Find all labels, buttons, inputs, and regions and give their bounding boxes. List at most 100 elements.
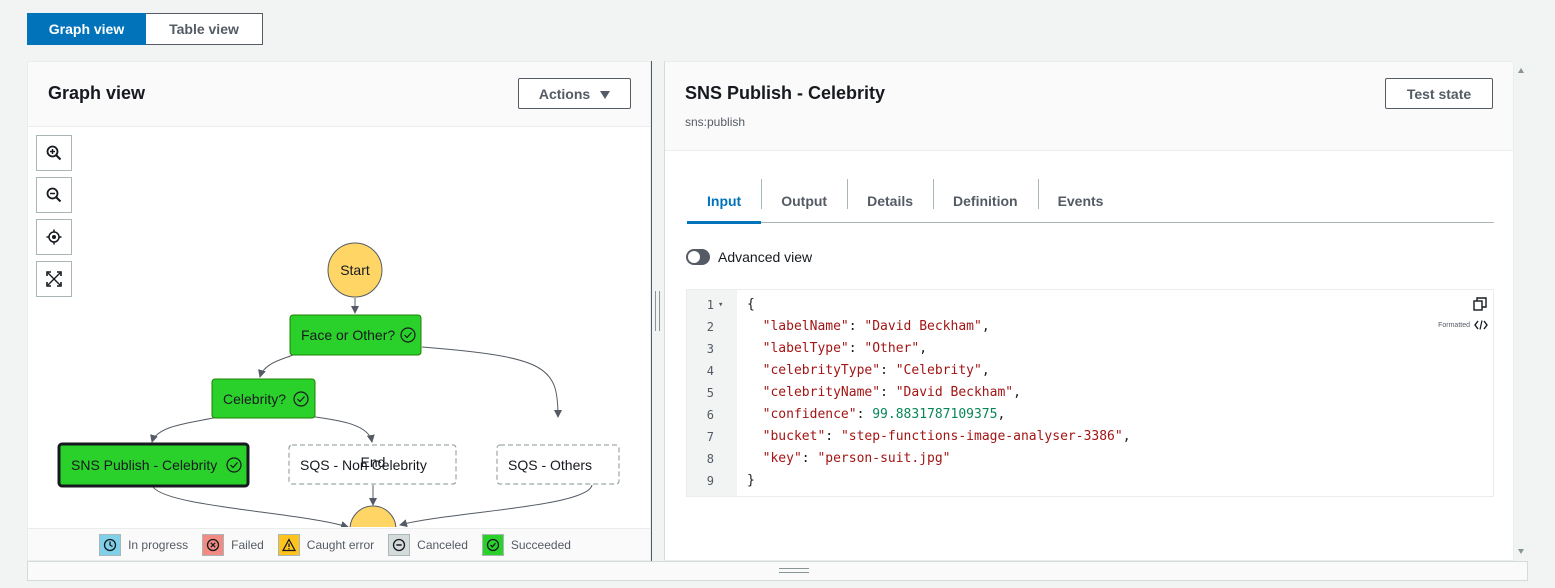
json-key: "key": [762, 451, 802, 466]
sqs-others-label: SQS - Others: [508, 457, 592, 473]
clock-icon: [99, 533, 122, 556]
code-property: "labelName": "David Beckham",: [762, 319, 990, 334]
json-value: "David Beckham": [895, 385, 1014, 400]
code-property: "confidence": 99.8831787109375,: [762, 407, 1006, 422]
line-number: 1: [706, 298, 714, 312]
json-value: "person-suit.jpg": [817, 451, 951, 466]
json-key: "labelName": [762, 319, 849, 334]
legend-item-failed: Failed: [202, 533, 264, 556]
bottom-resize-handle[interactable]: [27, 561, 1528, 581]
json-value: "step-functions-image-analyser-3386": [840, 429, 1123, 444]
celebrity-choice-label: Celebrity?: [223, 391, 286, 407]
json-comma: ,: [919, 341, 928, 356]
end-node[interactable]: [349, 505, 397, 527]
legend-item-canceled: Canceled: [388, 533, 468, 556]
line-number: 6: [706, 408, 714, 422]
json-key: "celebrityType": [762, 363, 881, 378]
json-comma: ,: [997, 407, 1006, 422]
advanced-view-toggle: Advanced view: [686, 249, 812, 265]
legend-label: Canceled: [417, 537, 468, 552]
celebrity-choice-node[interactable]: Celebrity?: [211, 378, 316, 419]
json-comma: ,: [981, 319, 990, 334]
code-line: 3 "labelType": "Other",: [687, 338, 1493, 360]
json-value: 99.8831787109375: [872, 407, 998, 422]
code-line: 4 "celebrityType": "Celebrity",: [687, 360, 1493, 382]
legend-label: Failed: [231, 537, 264, 552]
tab-details[interactable]: Details: [847, 179, 933, 223]
status-legend: In progress Failed Caught error Canceled…: [28, 528, 650, 560]
code-brace: }: [747, 473, 755, 488]
actions-label: Actions: [538, 85, 591, 102]
page-scrollbar[interactable]: [1514, 61, 1528, 561]
graph-panel-header: Graph view Actions: [28, 62, 650, 127]
state-title: SNS Publish - Celebrity: [685, 83, 886, 103]
legend-label: Caught error: [306, 537, 375, 552]
code-property: "labelType": "Other",: [762, 341, 928, 356]
json-comma: ,: [981, 363, 990, 378]
state-details-panel: SNS Publish - Celebrity sns:publish Test…: [664, 61, 1514, 561]
table-view-toggle-button[interactable]: Table view: [146, 13, 263, 45]
json-key: "labelType": [762, 341, 849, 356]
json-value: "Celebrity": [895, 363, 982, 378]
json-comma: ,: [1013, 385, 1021, 400]
check-icon: [481, 533, 504, 556]
tab-output[interactable]: Output: [761, 179, 847, 223]
fold-arrow-icon[interactable]: ▾: [718, 294, 723, 316]
code-brace: {: [747, 297, 755, 312]
code-line: 1 ▾ {: [687, 294, 1493, 316]
graph-panel-title: Graph view: [48, 83, 146, 103]
sns-publish-celebrity-node[interactable]: SNS Publish - Celebrity: [57, 442, 250, 488]
scroll-arrows-icon: [1518, 68, 1524, 554]
code-line: 2 "labelName": "David Beckham",: [687, 316, 1493, 338]
code-property: "celebrityName": "David Beckham",: [762, 385, 1021, 400]
state-type: sns:publish: [685, 115, 746, 129]
advanced-view-switch[interactable]: [686, 249, 710, 265]
legend-item-succeeded: Succeeded: [481, 533, 571, 556]
json-key: "bucket": [762, 429, 826, 444]
line-number: 8: [706, 452, 714, 466]
json-value: "David Beckham": [864, 319, 982, 334]
code-line: 9}: [687, 470, 1493, 492]
code-line: 8 "key": "person-suit.jpg": [687, 448, 1493, 470]
sns-publish-celebrity-label: SNS Publish - Celebrity: [71, 457, 217, 473]
legend-item-in-progress: In progress: [99, 533, 189, 556]
line-number: 7: [706, 430, 714, 444]
face-or-other-node[interactable]: Face or Other?: [289, 314, 422, 356]
code-property: "celebrityType": "Celebrity",: [762, 363, 990, 378]
code-property: "key": "person-suit.jpg": [762, 451, 951, 466]
actions-button[interactable]: Actions: [518, 78, 631, 109]
line-number: 4: [706, 364, 714, 378]
x-icon: [202, 533, 225, 556]
advanced-view-label: Advanced view: [718, 249, 813, 265]
test-state-button[interactable]: Test state: [1385, 78, 1493, 109]
input-code-viewer: Formatted 1 ▾{2 "labelName": "David Beckh…: [686, 289, 1494, 497]
graph-view-toggle-button[interactable]: Graph view: [27, 13, 146, 45]
state-machine-graph: Start Face or Other? Celebrity? SNS Publ…: [57, 242, 620, 527]
json-key: "celebrityName": [762, 385, 881, 400]
line-number: 9: [706, 474, 714, 488]
code-line: 6 "confidence": 99.8831787109375,: [687, 404, 1493, 426]
code-line: 7 "bucket": "step-functions-image-analys…: [687, 426, 1493, 448]
grip-icon: [655, 291, 660, 331]
tab-input[interactable]: Input: [687, 179, 762, 224]
graph-panel: Graph view Actions Start Face or Other? …: [27, 61, 651, 561]
legend-item-caught-error: Caught error: [277, 533, 375, 556]
json-value: "Other": [864, 341, 920, 356]
json-key: "confidence": [762, 407, 857, 422]
grip-icon: [779, 568, 809, 573]
tab-definition[interactable]: Definition: [933, 179, 1038, 223]
tab-events[interactable]: Events: [1037, 179, 1124, 223]
view-toggle: Graph view Table view: [27, 13, 263, 45]
state-details-header: SNS Publish - Celebrity sns:publish Test…: [665, 62, 1513, 151]
sqs-others-node[interactable]: SQS - Others: [496, 444, 620, 485]
start-node[interactable]: Start: [327, 242, 383, 298]
caret-down-icon: [600, 90, 611, 99]
code-line: 5 "celebrityName": "David Beckham",: [687, 382, 1493, 404]
legend-label: In progress: [128, 537, 189, 552]
details-tabs: Input Output Details Definition Events: [687, 179, 1494, 224]
start-label: Start: [340, 262, 370, 278]
line-number: 2: [706, 320, 714, 334]
panel-resize-handle[interactable]: [651, 61, 664, 561]
legend-label: Succeeded: [510, 537, 571, 552]
warning-icon: [277, 533, 300, 556]
